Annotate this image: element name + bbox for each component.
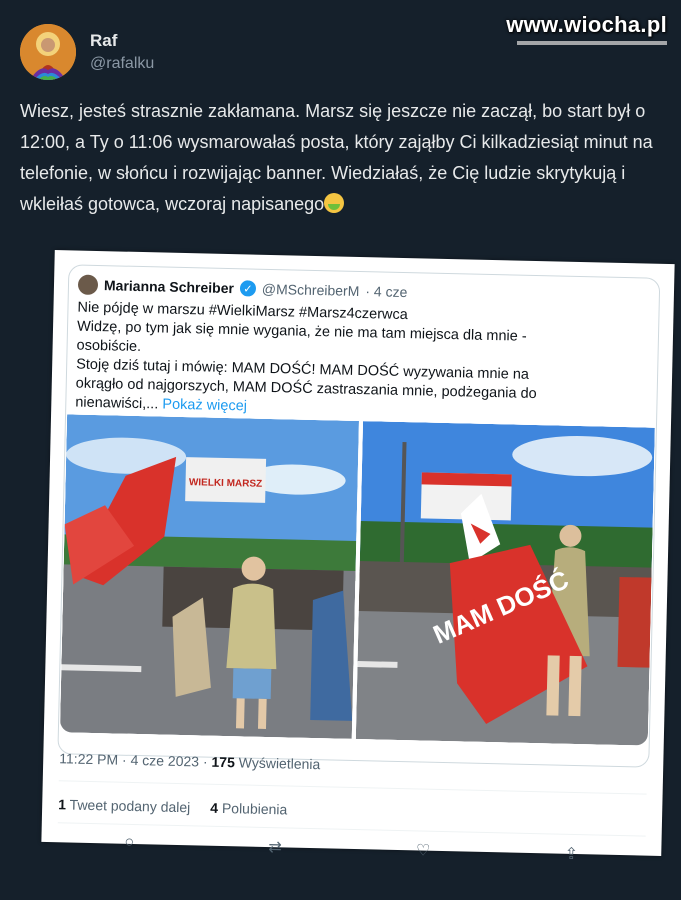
views-count: 175 [211,753,236,771]
reply-icon[interactable]: ○ [124,834,134,854]
nauseated-face-icon [324,193,345,213]
views-label: Wyświetlenia [238,754,321,773]
tweet-header: Raf @rafalku [20,24,154,80]
quoted-line: Stoję dziś tutaj i mówię: MAM DOŚĆ! MAM … [75,356,537,413]
quoted-name[interactable]: Marianna Schreiber [104,277,234,296]
retweets-label: Tweet podany dalej [69,796,191,816]
quoted-time: · 4 cze [365,283,408,301]
march-photo-2[interactable]: MAM DOŚĆ [355,421,655,746]
timestamp-text: 11:22 PM · 4 cze 2023 · [59,750,208,770]
watermark: www.wiocha.pl [506,12,667,37]
banner-text: WIELKI MARSZ [189,477,263,490]
likes-count: 4 [210,799,219,816]
likes-label: Polubienia [221,799,288,818]
quoted-tweet-screenshot[interactable]: Marianna Schreiber ✓ @MSchreiberM · 4 cz… [41,250,675,863]
like-icon[interactable]: ♡ [416,840,431,860]
likes-stat[interactable]: 4 Polubienia [210,800,287,818]
avatar[interactable] [20,24,76,80]
retweets-stat[interactable]: 1 Tweet podany dalej [58,796,190,815]
show-more-link[interactable]: Pokaż więcej [162,397,247,415]
retweets-count: 1 [58,796,67,813]
display-name[interactable]: Raf [90,31,154,51]
quoted-handle[interactable]: @MSchreiberM [262,281,360,299]
saint-icon [20,24,76,80]
quoted-text: Nie pójdę w marszu #WielkiMarsz #Marsz4c… [75,299,577,424]
quoted-avatar[interactable] [77,274,99,296]
divider [58,780,647,795]
action-bar: ○ ⇄ ♡ ⇪ [57,832,645,865]
handle[interactable]: @rafalku [90,55,154,73]
verified-icon: ✓ [239,280,257,297]
march-photo-1[interactable]: WIELKI MARSZ [59,414,359,739]
engagement-stats: 1 Tweet podany dalej 4 Polubienia [58,796,287,817]
watermark-underline [517,41,667,45]
tweet-text: Wiesz, jesteś strasznie zakłamana. Marsz… [20,96,660,220]
share-icon[interactable]: ⇪ [564,844,578,864]
photo-grid: WIELKI MARSZ MAM DOŚĆ [59,414,655,746]
retweet-icon[interactable]: ⇄ [268,837,282,857]
